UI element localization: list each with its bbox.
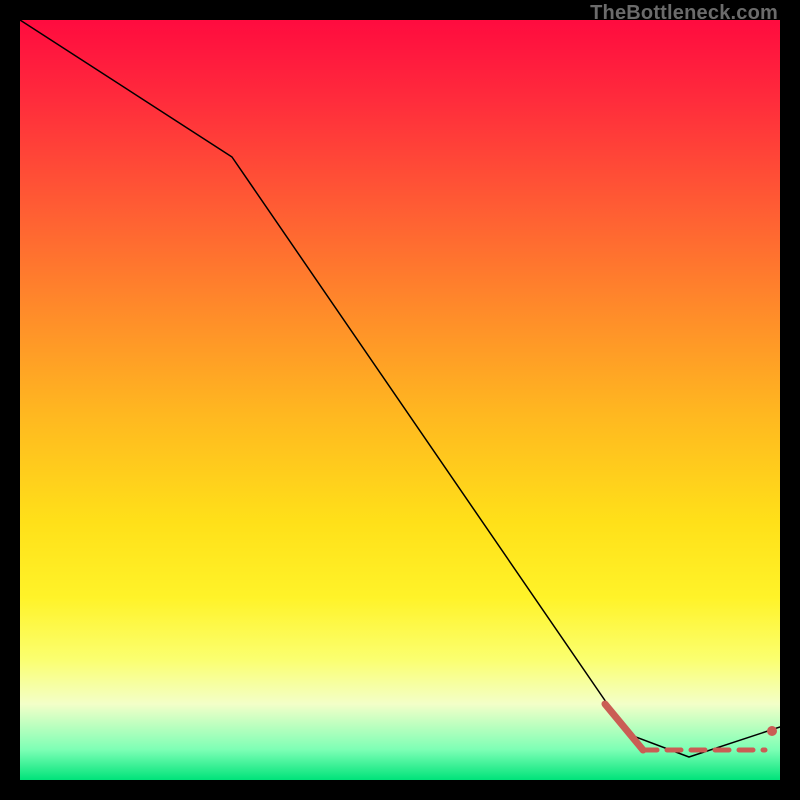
main-curve-line	[20, 20, 780, 757]
highlight-drop-line	[605, 704, 643, 750]
end-dot	[767, 726, 777, 736]
chart-overlay	[20, 20, 780, 780]
chart-stage: TheBottleneck.com	[0, 0, 800, 800]
